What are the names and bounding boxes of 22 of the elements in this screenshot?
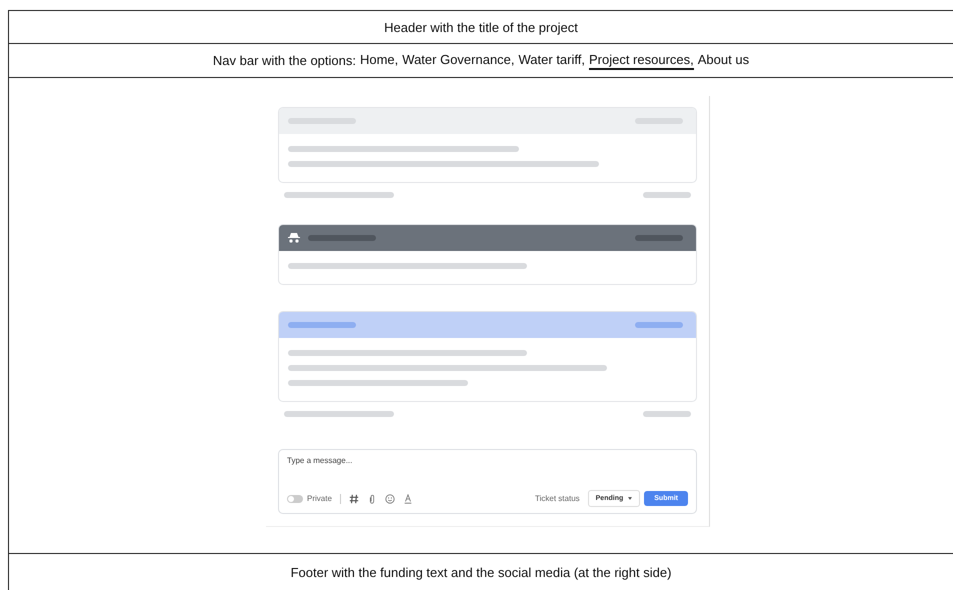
nav-link[interactable]: About us bbox=[698, 52, 750, 70]
skeleton-line bbox=[635, 322, 683, 328]
private-label: Private bbox=[307, 494, 332, 503]
nav-link[interactable]: Home, bbox=[360, 52, 398, 70]
skeleton-line bbox=[643, 411, 691, 417]
ticket-status-label: Ticket status bbox=[535, 494, 580, 503]
nav-link[interactable]: Project resources, bbox=[588, 52, 694, 70]
header-title: Header with the title of the project bbox=[384, 20, 578, 34]
text-format-icon[interactable] bbox=[402, 494, 413, 504]
footer-text: Footer with the funding text and the social media (at the right side) bbox=[290, 565, 672, 580]
caret-icon bbox=[628, 497, 632, 500]
skeleton-line bbox=[308, 235, 376, 241]
skeleton-line bbox=[643, 192, 691, 198]
incognito-icon bbox=[288, 233, 300, 243]
hashtag-icon[interactable] bbox=[348, 494, 359, 504]
skeleton-line bbox=[288, 322, 356, 328]
nav-caption: Nav bar with the options: bbox=[212, 53, 356, 68]
emoji-icon[interactable] bbox=[384, 494, 395, 504]
nav-link[interactable]: Water tariff, bbox=[518, 52, 585, 70]
private-toggle[interactable] bbox=[287, 494, 303, 502]
skeleton-line bbox=[635, 235, 683, 241]
nav-link[interactable]: Water Governance, bbox=[402, 52, 515, 70]
